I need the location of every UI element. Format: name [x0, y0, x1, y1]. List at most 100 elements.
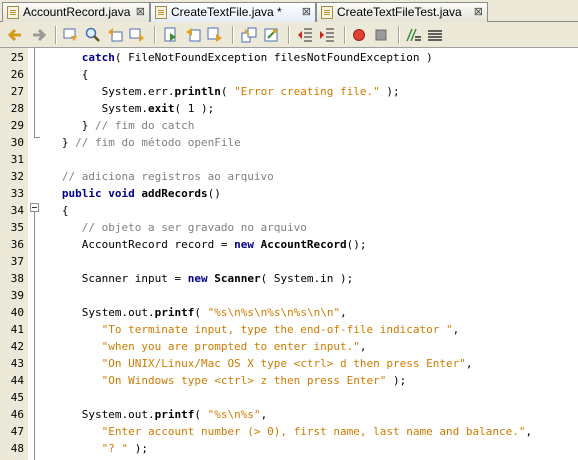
tab-create-text-file-test[interactable]: CreateTextFileTest.java ⊠ — [316, 2, 488, 22]
toggle-bookmark-icon[interactable] — [62, 26, 80, 44]
close-tab-icon[interactable]: ⊠ — [302, 3, 311, 21]
uncomment-icon[interactable] — [426, 26, 444, 44]
editor-toolbar — [0, 22, 578, 48]
code-token: "Enter account number (> 0), first name,… — [101, 425, 526, 438]
code-line[interactable]: // adiciona registros ao arquivo — [42, 168, 274, 185]
code-token: public void — [61, 187, 142, 200]
shift-left-line-icon[interactable] — [296, 26, 314, 44]
tab-create-text-file[interactable]: CreateTextFile.java * ⊠ — [150, 2, 316, 23]
code-line[interactable]: "Enter account number (> 0), first name,… — [42, 423, 532, 440]
line-number: 30 — [10, 136, 24, 149]
code-line[interactable]: "when you are prompted to enter input.", — [42, 338, 367, 355]
find-icon[interactable] — [84, 26, 102, 44]
stop-macro-icon[interactable] — [372, 26, 390, 44]
previous-bookmark-icon[interactable] — [106, 26, 124, 44]
line-number: 37 — [10, 255, 24, 268]
code-token: Scanner — [214, 272, 261, 285]
code-token: ( — [220, 85, 235, 98]
previous-occurrence-icon[interactable] — [184, 26, 202, 44]
code-token: ); — [128, 442, 148, 455]
line-number-gutter: 25 26 27 28 29 30 31 32 33 34 35 36 37 38 39 40 41 42 43 44… — [0, 48, 28, 460]
code-token: // objeto a ser gravado no arquivo — [81, 221, 307, 234]
code-line[interactable]: // objeto a ser gravado no arquivo — [42, 219, 307, 236]
fold-guide-line — [34, 48, 35, 137]
next-bookmark-icon[interactable] — [128, 26, 146, 44]
code-token: AccountRecord record = — [81, 238, 235, 251]
java-file-icon — [321, 6, 333, 19]
tab-label: AccountRecord.java — [23, 5, 131, 19]
collapse-fold-icon[interactable] — [30, 203, 39, 212]
code-editor[interactable]: catch( FileNotFoundException filesNotFou… — [42, 48, 578, 460]
tab-account-record[interactable]: AccountRecord.java ⊠ — [2, 2, 150, 22]
code-token: ( System.in ); — [260, 272, 354, 285]
code-line[interactable]: System.err.println( "Error creating file… — [42, 83, 400, 100]
code-line[interactable]: public void addRecords() — [42, 185, 221, 202]
line-number: 44 — [10, 374, 24, 387]
close-tab-icon[interactable]: ⊠ — [474, 3, 483, 21]
code-token: (); — [346, 238, 367, 251]
code-line[interactable]: Scanner input = new Scanner( System.in )… — [42, 270, 354, 287]
code-line[interactable]: "On UNIX/Linux/Mac OS X type <ctrl> d th… — [42, 355, 473, 372]
code-token: } — [81, 119, 95, 132]
code-token: , — [359, 340, 367, 353]
toggle-highlight-icon[interactable] — [240, 26, 258, 44]
code-token: , — [452, 323, 460, 336]
shift-left-icon[interactable] — [262, 26, 280, 44]
java-file-icon — [155, 6, 167, 19]
java-file-icon — [7, 6, 19, 19]
code-line[interactable]: "On Windows type <ctrl> z then press Ent… — [42, 372, 407, 389]
line-number: 35 — [10, 221, 24, 234]
code-line[interactable]: System.out.printf( "%s\n%s\n%s\n%s\n\n", — [42, 304, 347, 321]
code-line[interactable]: } // fim do método openFile — [42, 134, 241, 151]
start-macro-icon[interactable] — [350, 26, 368, 44]
code-token: "On UNIX/Linux/Mac OS X type <ctrl> d th… — [101, 357, 466, 370]
code-line[interactable]: System.out.printf( "%s\n%s", — [42, 406, 267, 423]
shift-right-line-icon[interactable] — [318, 26, 336, 44]
code-line[interactable]: } // fim do catch — [42, 117, 195, 134]
code-token: ( — [194, 306, 208, 319]
code-line[interactable]: "? " ); — [42, 440, 148, 457]
tab-label: CreateTextFile.java * — [171, 5, 282, 19]
code-token: "To terminate input, type the end-of-fil… — [101, 323, 453, 336]
line-number: 32 — [10, 170, 24, 183]
code-line[interactable]: System.exit( 1 ); — [42, 100, 215, 117]
find-selection-icon[interactable] — [162, 26, 180, 44]
code-token: // fim do catch — [95, 119, 195, 132]
close-tab-icon[interactable]: ⊠ — [136, 3, 145, 21]
code-line[interactable]: catch( FileNotFoundException filesNotFou… — [42, 49, 433, 66]
back-icon[interactable] — [6, 26, 24, 44]
code-line[interactable]: { — [42, 66, 89, 83]
toolbar-separator — [55, 26, 57, 44]
code-token: printf — [154, 408, 195, 421]
code-line[interactable]: "To terminate input, type the end-of-fil… — [42, 321, 460, 338]
code-token: } — [61, 136, 76, 149]
line-number: 29 — [10, 119, 24, 132]
comment-icon[interactable] — [404, 26, 422, 44]
line-number: 46 — [10, 408, 24, 421]
next-occurrence-icon[interactable] — [206, 26, 224, 44]
code-token: System.out. — [81, 408, 155, 421]
code-token: println — [174, 85, 221, 98]
code-token: new — [234, 238, 261, 251]
code-line[interactable]: AccountRecord record = new AccountRecord… — [42, 236, 367, 253]
line-number: 28 — [10, 102, 24, 115]
code-token: printf — [154, 306, 195, 319]
code-token: System. — [101, 102, 148, 115]
line-number: 38 — [10, 272, 24, 285]
code-line[interactable]: { — [42, 202, 69, 219]
line-number: 25 — [10, 51, 24, 64]
code-token: "? " — [101, 442, 129, 455]
forward-icon[interactable] — [30, 26, 48, 44]
fold-guide-line — [34, 212, 35, 460]
line-number: 47 — [10, 425, 24, 438]
code-token: , — [260, 408, 268, 421]
